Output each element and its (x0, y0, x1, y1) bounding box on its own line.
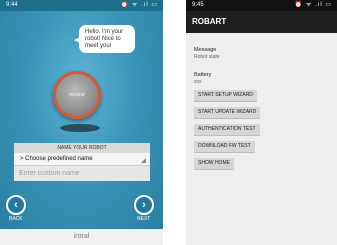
robart-debug-screen: 9:45 ⏰ ᯤ .ıl ▭ ROBART Message Robot stat… (186, 0, 337, 245)
download-fw-test-button[interactable]: DOWNLOAD FW TEST (194, 141, 255, 152)
robot-state-label: neutral (69, 92, 85, 98)
next-button[interactable]: › (134, 195, 154, 215)
status-time: 9:45 (192, 2, 204, 8)
status-icons: ⏰ ᯤ .ıl ▭ (120, 2, 158, 8)
status-bar: 9:44 ⏰ ᯤ .ıl ▭ (0, 0, 163, 11)
name-panel-title: NAME YOUR ROBOT (14, 143, 150, 153)
start-update-wizard-button[interactable]: START UPDATE WIZARD (194, 107, 261, 118)
custom-name-input[interactable]: Enter custom name (14, 166, 150, 181)
next-label: NEXT (137, 216, 151, 222)
message-value: Robot state (194, 54, 220, 60)
robot-avatar[interactable]: neutral (53, 71, 101, 119)
predefined-name-dropdown[interactable]: > Choose predefined name (14, 153, 150, 166)
brand-footer: iroral (0, 229, 163, 245)
status-time: 9:44 (6, 2, 18, 8)
dropdown-corner-icon (141, 158, 146, 163)
predefined-name-label: > Choose predefined name (20, 156, 93, 162)
status-bar: 9:45 ⏰ ᯤ .ıl ▭ (186, 0, 337, 11)
authentication-test-button[interactable]: AUTHENTICATION TEST (194, 124, 260, 135)
battery-label: Battery (194, 72, 212, 78)
robot-shadow (60, 124, 100, 132)
name-robot-panel: NAME YOUR ROBOT > Choose predefined name… (14, 143, 150, 191)
robot-setup-screen: 9:44 ⏰ ᯤ .ıl ▭ Hello, I'm your robot! Ni… (0, 0, 163, 245)
app-title-bar: ROBART (186, 11, 337, 33)
chevron-right-icon: › (142, 199, 146, 211)
battery-value: xxx (194, 79, 202, 85)
message-label: Message (194, 47, 217, 53)
start-setup-wizard-button[interactable]: START SETUP WIZARD (194, 90, 257, 101)
speech-bubble: Hello, I'm your robot! Nice to meet you! (74, 25, 135, 53)
back-label: BACK (9, 216, 23, 222)
show-home-button[interactable]: SHOW HOME (194, 158, 234, 169)
chevron-left-icon: ‹ (14, 199, 18, 211)
app-title: ROBART (192, 17, 227, 26)
back-button[interactable]: ‹ (6, 195, 26, 215)
status-icons: ⏰ ᯤ .ıl ▭ (294, 2, 332, 8)
